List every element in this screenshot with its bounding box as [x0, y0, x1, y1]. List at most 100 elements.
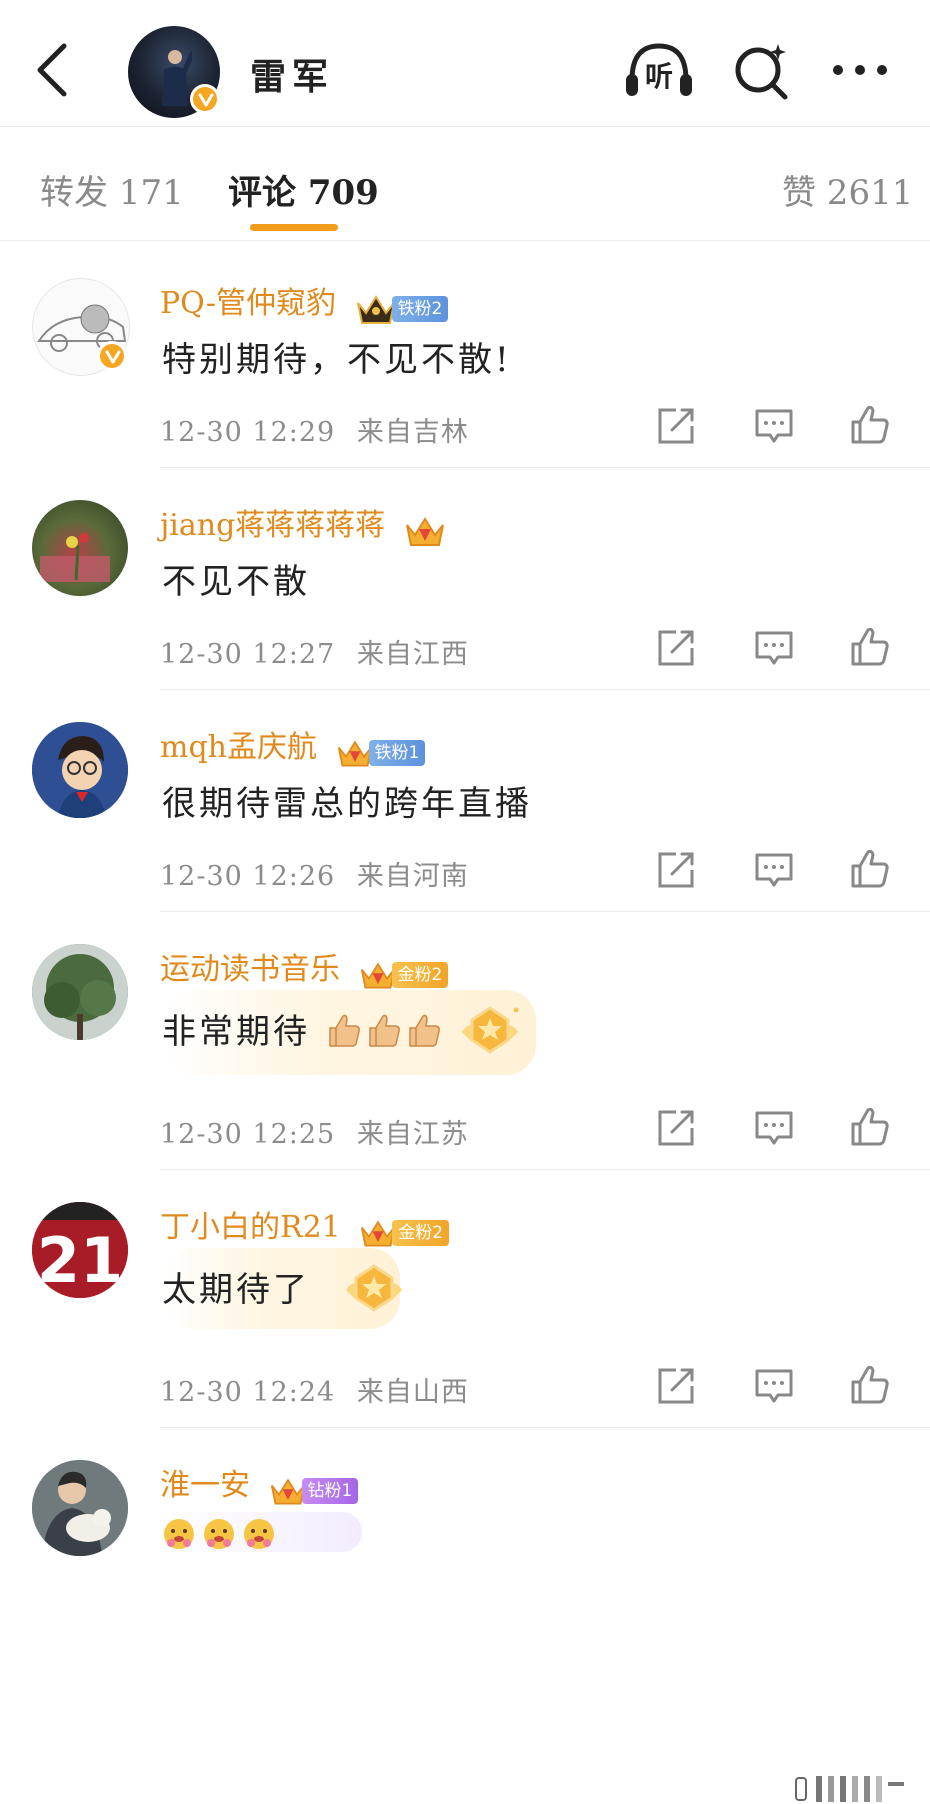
reply-comment-icon[interactable]: [754, 1366, 794, 1406]
like-thumb-icon[interactable]: [850, 1364, 890, 1404]
comment-text: 很期待雷总的跨年直播: [162, 784, 532, 824]
comment-username[interactable]: PQ-管仲窥豹 铁粉2: [160, 278, 449, 324]
comment-divider: [160, 467, 930, 468]
fan-level-label: 铁粉1: [368, 740, 426, 766]
active-tab-indicator: [250, 224, 338, 231]
comment-avatar[interactable]: [32, 722, 128, 818]
comment-location: 来自江苏: [356, 1119, 469, 1150]
repost-icon[interactable]: [656, 850, 696, 890]
cartoon-boy-icon: [32, 722, 128, 818]
comment-avatar[interactable]: 21: [32, 1202, 128, 1298]
tab-bar: 转发 171 评论 709 赞 2611: [0, 127, 930, 241]
top-bar: 雷军 听: [0, 0, 930, 127]
username-text[interactable]: 淮一安: [160, 1468, 250, 1503]
comment-meta: 12-30 12:26 来自河南: [160, 854, 469, 893]
reply-comment-icon[interactable]: [754, 1108, 794, 1148]
comment-avatar[interactable]: [32, 500, 128, 596]
gold-medal-icon: [462, 1006, 519, 1054]
verified-badge-icon: [190, 84, 220, 114]
fan-badge[interactable]: 铁粉2: [356, 290, 449, 324]
comment-avatar[interactable]: [32, 1460, 128, 1556]
like-thumb-icon[interactable]: [850, 626, 890, 666]
comment-emoji-row: [162, 1512, 362, 1552]
flower-face-icon: [244, 1519, 274, 1549]
reply-comment-icon[interactable]: [754, 628, 794, 668]
page-title: 雷军: [250, 56, 335, 98]
crown-icon: [270, 1478, 305, 1505]
verified-badge-icon: [97, 341, 127, 371]
comment-divider: [160, 1169, 930, 1170]
jersey-number: 21: [37, 1224, 123, 1297]
flowers-photo-icon: [40, 533, 110, 582]
comment-time: 12-30 12:26: [160, 861, 336, 892]
reply-comment-icon[interactable]: [754, 406, 794, 446]
more-dots-icon[interactable]: [830, 60, 890, 80]
person-silhouette-icon: [162, 50, 192, 106]
comment-avatar[interactable]: [32, 944, 128, 1040]
comment-username[interactable]: 运动读书音乐 金粉2: [160, 944, 449, 989]
like-thumb-icon[interactable]: [850, 1106, 890, 1146]
comment-divider: [160, 911, 930, 912]
repost-icon[interactable]: [656, 628, 696, 668]
username-text[interactable]: PQ-管仲窥豹: [160, 286, 336, 321]
thumbs-up-icon: [326, 1012, 446, 1057]
comment-meta: 12-30 12:29 来自吉林: [160, 410, 469, 449]
repost-icon[interactable]: [656, 1366, 696, 1406]
search-sparkle-icon[interactable]: [732, 42, 790, 100]
like-thumb-icon[interactable]: [850, 404, 890, 444]
repost-icon[interactable]: [656, 406, 696, 446]
crown-icon: [360, 962, 395, 989]
crown-icon: [405, 517, 444, 546]
comment-text: 太期待了: [162, 1270, 310, 1310]
username-text[interactable]: 运动读书音乐: [160, 952, 340, 987]
tab-repost[interactable]: 转发 171: [40, 165, 184, 214]
crown-icon: [356, 295, 395, 324]
comment-meta: 12-30 12:27 来自江西: [160, 632, 469, 671]
comment-text: 不见不散: [162, 562, 310, 602]
crown-icon: [337, 740, 372, 767]
person-with-cat-icon: [32, 1460, 128, 1556]
fan-badge[interactable]: 金粉2: [360, 1214, 450, 1247]
comment-username[interactable]: mqh孟庆航 铁粉1: [160, 722, 426, 767]
comment-location: 来自吉林: [356, 417, 469, 448]
comment-divider: [160, 1427, 930, 1428]
flower-face-icon: [204, 1519, 234, 1549]
fan-level-label: 钻粉1: [301, 1478, 359, 1504]
comment-time: 12-30 12:29: [160, 417, 336, 448]
tab-comment[interactable]: 评论 709: [228, 165, 379, 214]
fan-badge[interactable]: 钻粉1: [270, 1472, 359, 1505]
fan-level-label: 金粉2: [391, 962, 449, 988]
comment-username[interactable]: 丁小白的R21 金粉2: [160, 1202, 450, 1247]
comment-username[interactable]: 淮一安 钻粉1: [160, 1460, 359, 1505]
comment-location: 来自江西: [356, 639, 469, 670]
comment-time: 12-30 12:27: [160, 639, 336, 670]
username-text[interactable]: mqh孟庆航: [160, 730, 317, 765]
listen-headphones-icon[interactable]: 听: [624, 40, 694, 100]
comment-text: 特别期待，不见不散!: [162, 340, 512, 380]
listen-label: 听: [645, 60, 673, 93]
comment-username[interactable]: jiang蒋蒋蒋蒋蒋: [160, 500, 445, 546]
username-text[interactable]: 丁小白的R21: [160, 1210, 341, 1245]
comment-divider: [160, 689, 930, 690]
comment-location: 来自山西: [356, 1377, 469, 1408]
comment-meta: 12-30 12:24 来自山西: [160, 1370, 469, 1409]
flower-face-icon: [164, 1519, 194, 1549]
watermark-icon: [795, 1776, 904, 1802]
back-arrow-icon[interactable]: [28, 42, 76, 98]
fan-badge[interactable]: 金粉2: [360, 956, 449, 989]
gold-medal-icon: [346, 1264, 402, 1312]
fan-badge[interactable]: [405, 512, 445, 546]
fan-level-label: 金粉2: [392, 1220, 450, 1246]
comment-time: 12-30 12:24: [160, 1377, 336, 1408]
tree-photo-icon: [32, 944, 128, 1040]
tab-like[interactable]: 赞 2611: [782, 165, 913, 214]
jersey-number-icon: 21: [32, 1202, 128, 1298]
username-text[interactable]: jiang蒋蒋蒋蒋蒋: [160, 508, 385, 543]
author-avatar[interactable]: [128, 26, 220, 118]
fan-level-label: 铁粉2: [391, 296, 449, 322]
comment-avatar[interactable]: [32, 278, 130, 376]
fan-badge[interactable]: 铁粉1: [337, 734, 426, 767]
like-thumb-icon[interactable]: [850, 848, 890, 888]
repost-icon[interactable]: [656, 1108, 696, 1148]
reply-comment-icon[interactable]: [754, 850, 794, 890]
